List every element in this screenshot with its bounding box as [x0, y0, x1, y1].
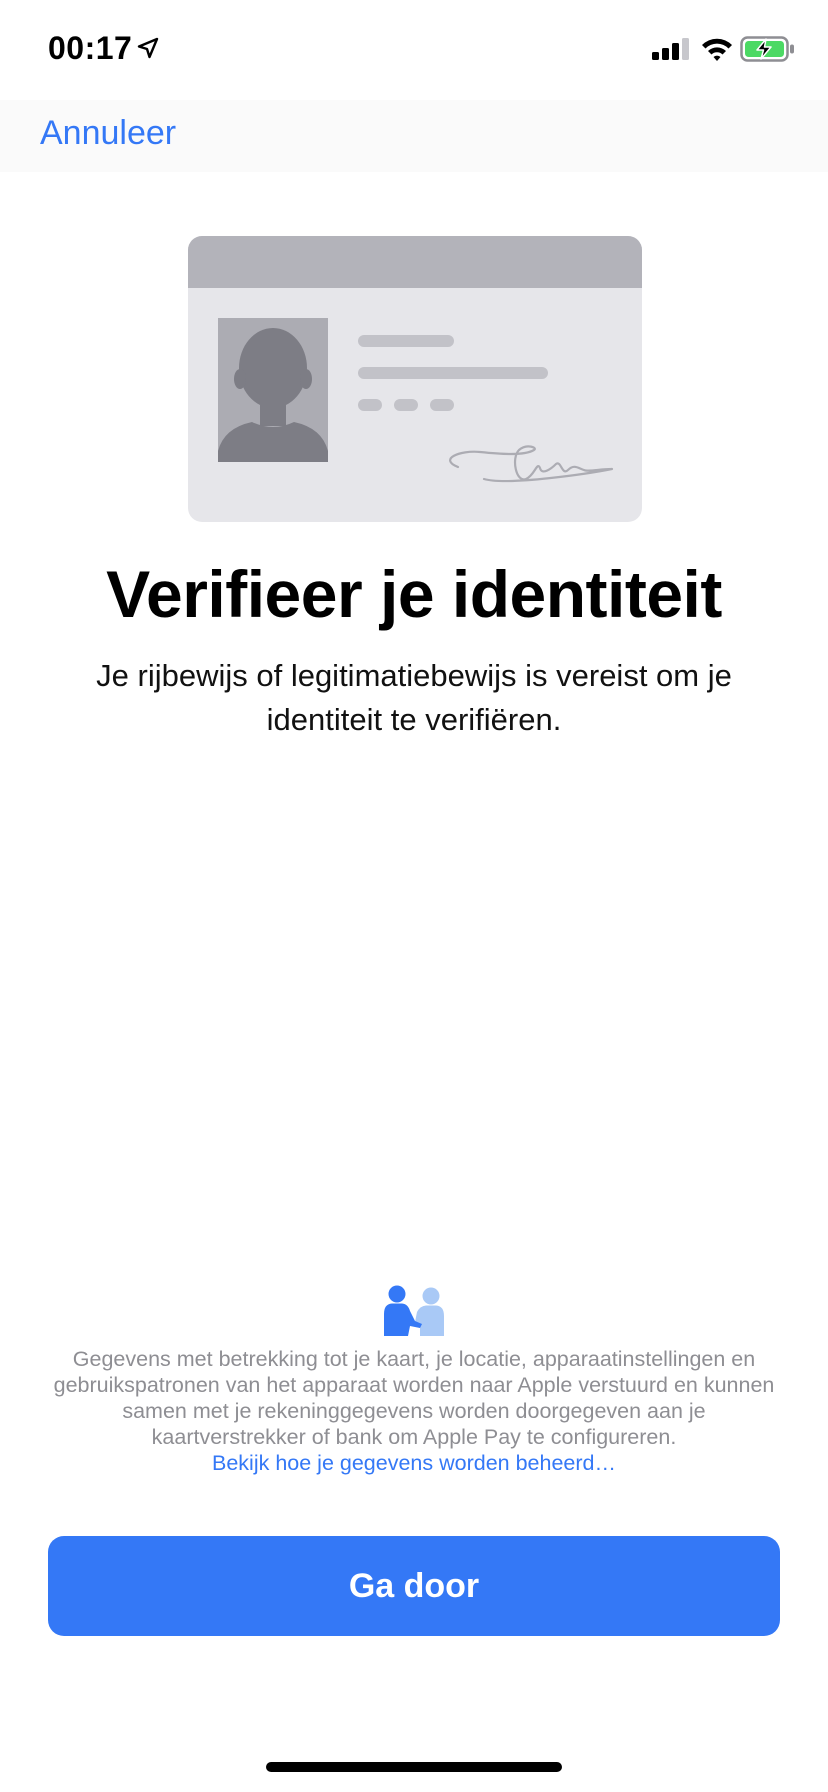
- privacy-handshake-icon: [384, 1285, 444, 1336]
- page-title: Verifieer je identiteit: [106, 557, 722, 631]
- continue-button[interactable]: Ga door: [48, 1536, 780, 1636]
- page-subtitle: Je rijbewijs of legitimatiebewijs is ver…: [96, 658, 732, 737]
- battery-charging-icon: [740, 36, 794, 62]
- cancel-button[interactable]: Annuleer: [40, 114, 176, 153]
- privacy-notice: Gegevens met betrekking tot je kaart, je…: [44, 1346, 784, 1476]
- navigation-bar: Annuleer: [0, 100, 828, 172]
- cellular-signal-icon: [652, 38, 689, 60]
- status-bar: 00:17: [0, 0, 828, 100]
- wifi-icon: [702, 38, 732, 61]
- home-indicator[interactable]: [266, 1762, 562, 1772]
- id-card-illustration: [188, 236, 642, 522]
- location-arrow-icon: [137, 37, 159, 59]
- privacy-details-link[interactable]: Bekijk hoe je gegevens worden beheerd…: [44, 1450, 784, 1476]
- privacy-notice-text: Gegevens met betrekking tot je kaart, je…: [53, 1347, 775, 1449]
- status-time: 00:17: [48, 30, 133, 66]
